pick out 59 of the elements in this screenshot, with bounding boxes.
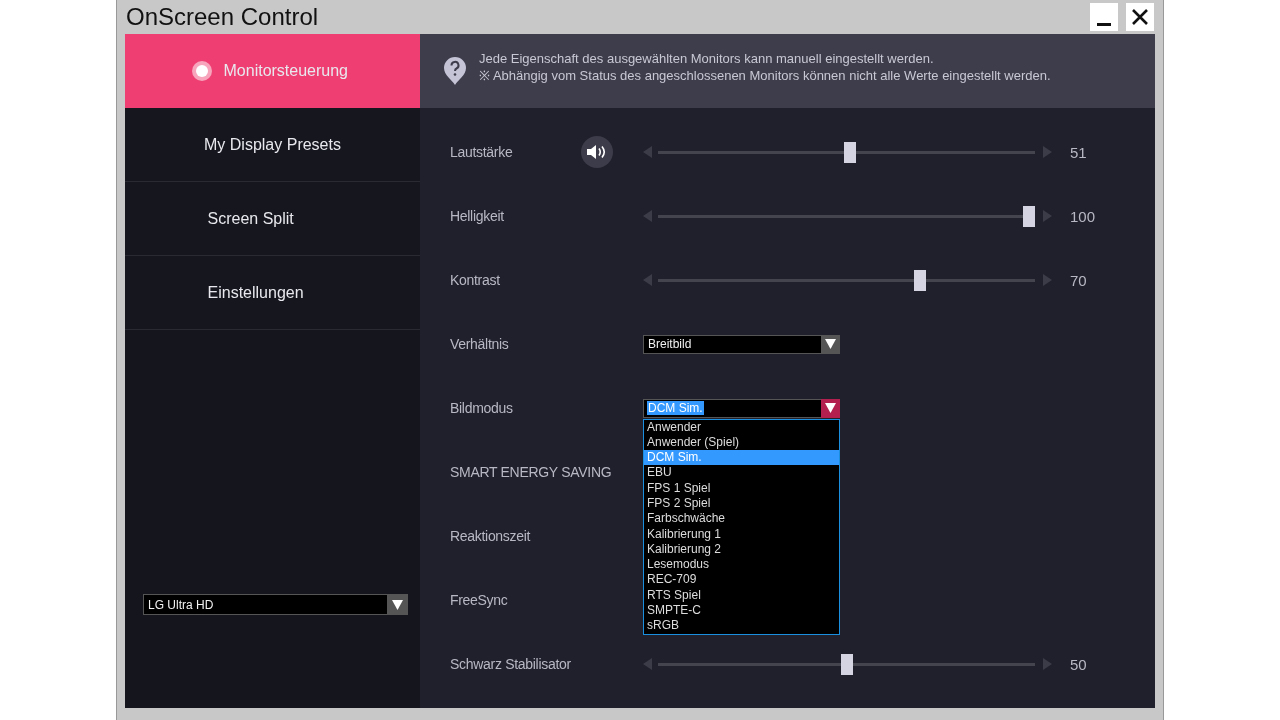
dropdown-option[interactable]: REC-709	[644, 572, 839, 588]
slider-value: 70	[1070, 271, 1087, 289]
speaker-icon	[586, 144, 608, 160]
right-arrow-icon	[1043, 146, 1052, 158]
minimize-icon	[1097, 22, 1111, 26]
close-button[interactable]	[1126, 3, 1154, 31]
setting-label: Schwarz Stabilisator	[450, 656, 571, 672]
slider-value: 50	[1070, 655, 1087, 673]
setting-label: Lautstärke	[450, 144, 513, 160]
close-icon	[1131, 8, 1149, 26]
dropdown-button[interactable]	[821, 334, 840, 354]
dropdown-option[interactable]: FPS 1 Spiel	[644, 480, 839, 496]
caret-icon	[825, 403, 836, 413]
dropdown-option[interactable]: Kalibrierung 2	[644, 541, 839, 558]
select-value: LG Ultra HD	[147, 597, 215, 612]
dropdown[interactable]: Breitbild	[643, 334, 840, 354]
dropdown-button[interactable]	[821, 398, 840, 418]
window-title: OnScreen Control	[126, 3, 320, 31]
left-arrow-icon	[643, 274, 652, 286]
info-text: Jede Eigenschaft des ausgewählten Monitors kann manuell eingestellt werden. ※ Abhängig vom Status des angeschlossenen Monitors können nicht alle Werte eingestellt werden.	[479, 50, 1051, 84]
dropdown-option[interactable]: Anwender	[644, 419, 839, 435]
setting-label: SMART ENERGY SAVING	[450, 464, 612, 480]
radio-dot-icon	[191, 60, 212, 81]
dropdown-option[interactable]: Lesemodus	[644, 557, 839, 573]
minimize-button[interactable]	[1090, 3, 1118, 31]
monitor-dropdown[interactable]: LG Ultra HD	[143, 594, 408, 615]
setting-label: Bildmodus	[450, 400, 513, 416]
dropdown-option[interactable]: RTS Spiel	[644, 587, 839, 604]
left-arrow-icon	[643, 146, 652, 158]
right-arrow-icon	[1043, 210, 1052, 222]
setting-label: Kontrast	[450, 272, 500, 288]
slider-thumb[interactable]	[1023, 205, 1035, 227]
dropdown-option[interactable]: Farbschwäche	[644, 511, 839, 527]
dropdown-button[interactable]	[387, 594, 408, 615]
dropdown-option[interactable]: sRGB	[644, 618, 839, 634]
setting-label: Reaktionszeit	[450, 528, 531, 544]
slider-thumb[interactable]	[913, 269, 926, 291]
dropdown-option[interactable]: EBU	[644, 465, 839, 481]
setting-label: Verhältnis	[450, 336, 509, 352]
slider-value: 51	[1070, 143, 1087, 161]
right-arrow-icon	[1043, 658, 1052, 670]
help-icon	[443, 56, 467, 86]
setting-label: Helligkeit	[450, 208, 504, 224]
speaker-button[interactable]	[581, 136, 613, 168]
setting-label: FreeSync	[450, 592, 508, 608]
left-arrow-icon	[643, 658, 652, 670]
caret-icon	[825, 339, 836, 349]
dropdown-option[interactable]: Anwender (Spiel)	[644, 434, 839, 451]
slider-thumb[interactable]	[840, 653, 853, 675]
dropdown-option[interactable]: FPS 2 Spiel	[644, 496, 839, 512]
left-arrow-icon	[643, 210, 652, 222]
slider-thumb[interactable]	[844, 141, 857, 163]
right-arrow-icon	[1043, 274, 1052, 286]
dropdown-option[interactable]: Kalibrierung 1	[644, 526, 839, 542]
caret-icon	[392, 599, 403, 610]
dropdown-option[interactable]: SMPTE-C	[644, 603, 839, 619]
select-value: Breitbild	[647, 337, 693, 351]
slider-value: 100	[1070, 207, 1096, 225]
select-value: DCM Sim.	[647, 401, 704, 415]
